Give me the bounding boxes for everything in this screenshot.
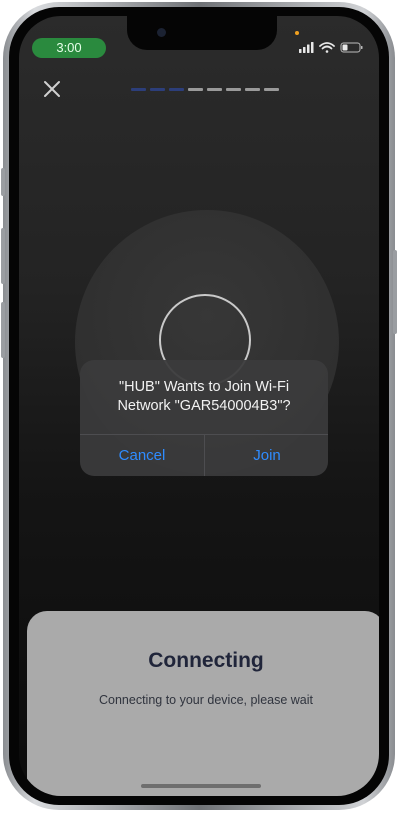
- join-button[interactable]: Join: [205, 435, 328, 476]
- alert-title-line-2: Network "GAR540004B3"?: [117, 398, 291, 414]
- progress-step: [169, 88, 184, 91]
- cancel-button[interactable]: Cancel: [80, 435, 204, 476]
- status-icons: [299, 42, 363, 53]
- mic-indicator-dot: [295, 31, 299, 35]
- cellular-icon: [299, 42, 314, 53]
- battery-icon: [340, 42, 363, 53]
- progress-step: [226, 88, 241, 91]
- phone-frame: 3:00 "HUB" Wants to Join Wi-Fi Network "…: [1, 2, 397, 810]
- progress-step: [150, 88, 165, 91]
- volume-up-button: [1, 228, 5, 284]
- progress-step: [264, 88, 279, 91]
- power-button: [393, 250, 397, 334]
- progress-step: [207, 88, 222, 91]
- notch: [127, 16, 277, 50]
- sheet-title: Connecting: [148, 649, 264, 672]
- progress-step: [245, 88, 260, 91]
- progress-step: [188, 88, 203, 91]
- front-camera: [157, 28, 166, 37]
- close-icon[interactable]: [41, 78, 63, 100]
- screen: 3:00 "HUB" Wants to Join Wi-Fi Network "…: [19, 16, 379, 796]
- alert-title: "HUB" Wants to Join Wi-Fi Network "GAR54…: [88, 378, 320, 416]
- volume-down-button: [1, 302, 5, 358]
- progress-step: [131, 88, 146, 91]
- mute-switch: [1, 168, 5, 196]
- status-time: 3:00: [32, 38, 106, 58]
- alert-title-line-1: "HUB" Wants to Join Wi-Fi: [118, 379, 290, 395]
- wifi-join-alert: "HUB" Wants to Join Wi-Fi Network "GAR54…: [80, 360, 328, 476]
- home-indicator: [141, 784, 261, 788]
- connecting-sheet: Connecting Connecting to your device, pl…: [27, 611, 379, 796]
- wifi-icon: [319, 42, 335, 53]
- sheet-subtitle: Connecting to your device, please wait: [98, 693, 313, 707]
